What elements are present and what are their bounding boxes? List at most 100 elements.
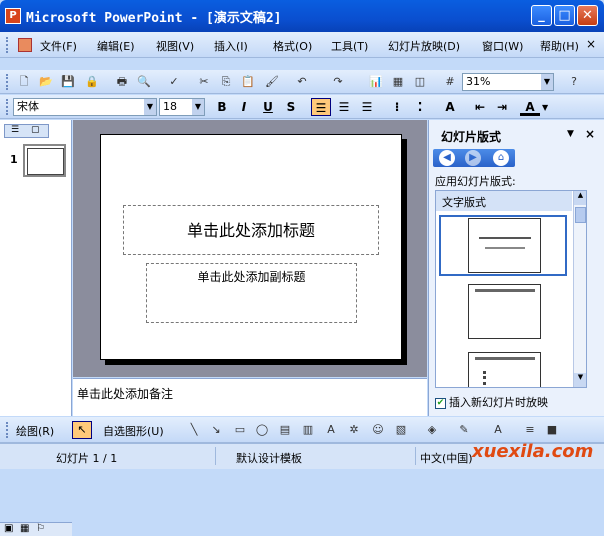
powerpoint-app-icon[interactable]: P (5, 8, 21, 24)
slide-canvas[interactable]: 单击此处添加标题 单击此处添加副标题 (100, 134, 402, 360)
arrow-icon[interactable]: ↘ (208, 422, 224, 438)
clipart-icon[interactable]: ☺ (370, 422, 386, 438)
outline-slides-tabs[interactable]: ☰ ▢ (4, 124, 49, 138)
shadow-style-icon[interactable]: ■ (544, 422, 560, 438)
increase-font-icon[interactable]: A (440, 98, 460, 116)
task-pane-close-icon[interactable]: × (585, 127, 595, 141)
chevron-down-icon[interactable]: ▼ (542, 103, 548, 112)
toolbar-grip[interactable] (6, 422, 9, 438)
draw-menu[interactable]: 绘图(R) (16, 423, 54, 439)
paste-icon[interactable]: 📋 (240, 74, 256, 90)
diagram-icon[interactable]: ✲ (346, 422, 362, 438)
copy-icon[interactable]: ⎘ (218, 74, 234, 90)
decrease-indent-icon[interactable]: ⇤ (470, 98, 490, 116)
align-center-icon[interactable]: ☰ (334, 98, 354, 116)
save-icon[interactable]: 💾 (60, 74, 76, 90)
layout-title-slide[interactable] (439, 215, 567, 276)
menu-tools[interactable]: 工具(T) (331, 38, 368, 54)
scroll-down-icon[interactable]: ▼ (574, 373, 586, 387)
print-icon[interactable]: 🖶 (114, 74, 130, 90)
font-color-icon[interactable]: A (490, 422, 506, 438)
notes-pane[interactable]: 单击此处添加备注 (73, 378, 427, 416)
show-on-insert-checkbox[interactable]: ✔ 插入新幻灯片时放映 (435, 394, 548, 410)
picture-icon[interactable]: ▧ (393, 422, 409, 438)
wordart-icon[interactable]: A (323, 422, 339, 438)
zoom-select[interactable]: 31% ▼ (462, 73, 554, 91)
grid-icon[interactable]: # (442, 74, 458, 90)
home-icon[interactable]: ⌂ (493, 150, 509, 166)
open-icon[interactable]: 📂 (38, 74, 54, 90)
oval-icon[interactable]: ◯ (254, 422, 270, 438)
format-painter-icon[interactable]: 🖌 (264, 74, 280, 90)
increase-indent-icon[interactable]: ⇥ (492, 98, 512, 116)
print-preview-icon[interactable]: 🔍 (136, 74, 152, 90)
textbox-icon[interactable]: ▤ (277, 422, 293, 438)
redo-icon[interactable]: ↷ (330, 74, 346, 90)
menu-help[interactable]: 帮助(H) (540, 38, 579, 54)
bold-button[interactable]: B (212, 98, 232, 116)
task-pane-menu-icon[interactable]: ▼ (567, 129, 574, 139)
subtitle-placeholder[interactable]: 单击此处添加副标题 (146, 263, 357, 323)
toolbar-grip[interactable] (6, 99, 9, 115)
close-button[interactable]: ✕ (577, 5, 598, 26)
tables-borders-icon[interactable]: ◫ (412, 74, 428, 90)
menu-grip[interactable] (6, 37, 9, 53)
slide-sorter-icon[interactable]: ▦ (20, 523, 29, 534)
cut-icon[interactable]: ✂ (196, 74, 212, 90)
menu-insert[interactable]: 插入(I) (214, 38, 248, 54)
menu-file[interactable]: 文件(F) (40, 38, 77, 54)
slides-tab-icon[interactable]: ▢ (31, 125, 40, 135)
chevron-down-icon[interactable]: ▼ (144, 99, 156, 115)
vertical-textbox-icon[interactable]: ▥ (300, 422, 316, 438)
select-pointer-icon[interactable]: ↖ (72, 421, 92, 439)
menu-window[interactable]: 窗口(W) (482, 38, 523, 54)
menu-view[interactable]: 视图(V) (156, 38, 194, 54)
maximize-button[interactable]: □ (554, 5, 575, 26)
document-close-icon[interactable]: × (586, 37, 596, 51)
align-right-icon[interactable]: ☰ (357, 98, 377, 116)
layout-scrollbar[interactable]: ▲ ▼ (573, 191, 586, 387)
menu-edit[interactable]: 编辑(E) (97, 38, 135, 54)
line-style-icon[interactable]: ≡ (522, 422, 538, 438)
back-icon[interactable]: ◀ (439, 150, 455, 166)
underline-button[interactable]: U (258, 98, 278, 116)
permission-icon[interactable]: 🔒 (84, 74, 100, 90)
slideshow-icon[interactable]: ⚐ (36, 523, 45, 534)
scroll-up-icon[interactable]: ▲ (574, 191, 586, 205)
normal-view-icon[interactable]: ▣ (4, 523, 13, 534)
menu-format[interactable]: 格式(O) (273, 38, 312, 54)
minimize-button[interactable]: _ (531, 5, 552, 26)
checkbox-checked-icon[interactable]: ✔ (435, 397, 446, 409)
align-left-icon[interactable]: ☰ (311, 98, 331, 116)
slide-thumbnail[interactable] (23, 144, 66, 177)
help-icon[interactable]: ? (566, 74, 582, 90)
spelling-icon[interactable]: ✓ (166, 74, 182, 90)
outline-tab-icon[interactable]: ☰ (11, 125, 19, 135)
italic-button[interactable]: I (234, 98, 254, 116)
fill-color-icon[interactable]: ◈ (424, 422, 440, 438)
undo-icon[interactable]: ↶ (294, 74, 310, 90)
layout-title-text[interactable] (439, 351, 567, 387)
title-placeholder[interactable]: 单击此处添加标题 (123, 205, 379, 255)
font-size-select[interactable]: 18 ▼ (159, 98, 205, 116)
chart-icon[interactable]: 📊 (368, 74, 384, 90)
bullets-icon[interactable]: ⁚ (410, 98, 430, 116)
autoshapes-menu[interactable]: 自选图形(U) (103, 423, 164, 439)
forward-icon[interactable]: ▶ (465, 150, 481, 166)
table-icon[interactable]: ▦ (390, 74, 406, 90)
document-icon[interactable] (18, 38, 32, 52)
rectangle-icon[interactable]: ▭ (232, 422, 248, 438)
chevron-down-icon[interactable]: ▼ (541, 74, 553, 90)
shadow-button[interactable]: S (281, 98, 301, 116)
line-icon[interactable]: ╲ (186, 422, 202, 438)
new-icon[interactable]: 🗋 (16, 74, 32, 90)
numbering-icon[interactable]: ⁝ (387, 98, 407, 116)
menu-slideshow[interactable]: 幻灯片放映(D) (388, 38, 460, 54)
chevron-down-icon[interactable]: ▼ (192, 99, 204, 115)
line-color-icon[interactable]: ✎ (456, 422, 472, 438)
font-select[interactable]: 宋体 ▼ (13, 98, 157, 116)
layout-title-only[interactable] (439, 283, 567, 344)
scroll-thumb[interactable] (575, 207, 586, 223)
font-color-button[interactable]: A (520, 98, 540, 116)
toolbar-grip[interactable] (6, 74, 9, 90)
